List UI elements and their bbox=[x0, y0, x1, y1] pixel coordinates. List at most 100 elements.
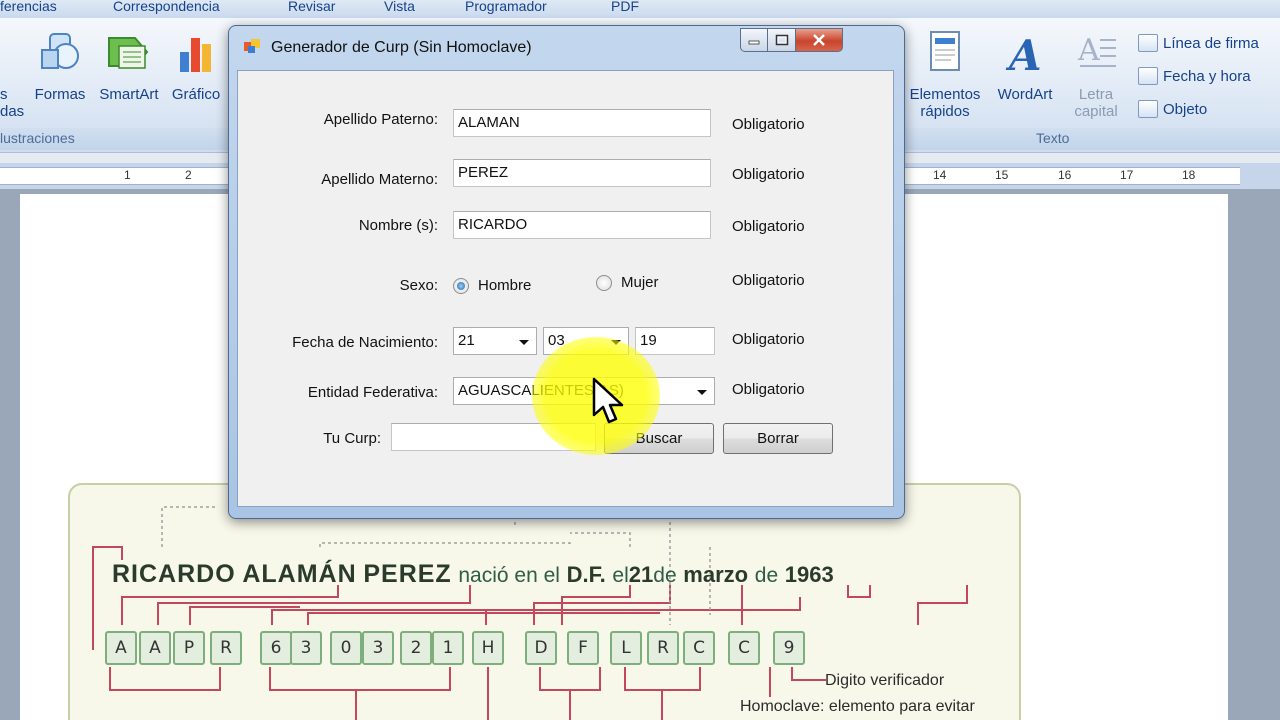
curp-char-box: 1 bbox=[432, 631, 464, 665]
menu-item-revisar[interactable]: Revisar bbox=[288, 0, 335, 14]
ruler-mark: 14 bbox=[933, 168, 947, 182]
smartart-icon bbox=[108, 37, 149, 69]
radio-hombre[interactable]: Hombre bbox=[453, 277, 531, 294]
quick-parts-icon bbox=[930, 31, 960, 71]
sentence-df: D.F. bbox=[566, 562, 606, 587]
ribbon-cut-label-2: das bbox=[0, 103, 25, 120]
sentence-day: 21 bbox=[628, 562, 654, 587]
required-note: Obligatorio bbox=[732, 166, 805, 183]
anio-input[interactable]: 19 bbox=[635, 327, 715, 355]
ribbon-button-objeto[interactable]: Objeto bbox=[1138, 100, 1207, 118]
menu-item-programador[interactable]: Programador bbox=[465, 0, 547, 14]
ribbon-button-wordart[interactable]: A WordArt bbox=[990, 30, 1060, 103]
curp-char-box: R bbox=[647, 631, 679, 665]
sentence-year: 1963 bbox=[784, 562, 834, 587]
ribbon-button-linea-firma[interactable]: Línea de firma bbox=[1138, 34, 1259, 52]
radio-button-checked[interactable] bbox=[453, 277, 469, 294]
minimize-button[interactable] bbox=[740, 28, 768, 52]
ribbon-cut-label-1: s bbox=[0, 86, 8, 103]
nombre-input[interactable]: RICARDO bbox=[453, 211, 711, 239]
ribbon-button-smartart[interactable]: SmartArt bbox=[95, 30, 163, 103]
menu-item-referencias[interactable]: ferencias bbox=[0, 0, 57, 14]
menu-item-correspondencia[interactable]: Correspondencia bbox=[113, 0, 220, 14]
drop-cap-icon: A bbox=[1077, 33, 1116, 68]
apellido-materno-input[interactable]: PEREZ bbox=[453, 159, 711, 187]
chart-icon bbox=[180, 38, 211, 72]
ribbon-formas-label: Formas bbox=[34, 86, 86, 103]
curp-char-box: H bbox=[472, 631, 504, 665]
curp-char-box: C bbox=[683, 631, 715, 665]
note-digito-verificador: Digito verificador bbox=[825, 672, 945, 689]
ruler-mark: 1 bbox=[124, 168, 131, 182]
radio-mujer-label: Mujer bbox=[621, 274, 659, 291]
sentence-name-3: PEREZ bbox=[363, 560, 452, 588]
menu-item-pdf[interactable]: PDF bbox=[611, 0, 639, 14]
radio-hombre-label: Hombre bbox=[478, 277, 532, 294]
maximize-button[interactable] bbox=[768, 28, 796, 52]
ribbon-button-letra-capital[interactable]: A Letra capital bbox=[1066, 30, 1126, 120]
chevron-down-icon bbox=[519, 340, 529, 345]
menu-item-vista[interactable]: Vista bbox=[384, 0, 415, 14]
sentence-de-1: de bbox=[653, 564, 677, 587]
curp-char-box: P bbox=[173, 631, 205, 665]
curp-char-box: 2 bbox=[400, 631, 432, 665]
curp-char-box: R bbox=[210, 631, 242, 665]
ribbon-grafico-label: Gráfico bbox=[171, 86, 221, 103]
wordart-icon: A bbox=[1005, 31, 1042, 80]
ribbon-button-cut[interactable]: s das bbox=[0, 86, 28, 120]
svg-text:A: A bbox=[1005, 31, 1042, 76]
required-note: Obligatorio bbox=[732, 116, 805, 133]
required-note: Obligatorio bbox=[732, 381, 805, 398]
word-menu-bar: ferencias Correspondencia Revisar Vista … bbox=[0, 0, 1280, 18]
ribbon-button-elementos-rapidos[interactable]: Elementos rápidos bbox=[903, 30, 987, 120]
curp-char-box: C bbox=[728, 631, 760, 665]
radio-button-unchecked[interactable] bbox=[596, 274, 612, 291]
ruler-mark: 2 bbox=[185, 168, 192, 182]
object-icon bbox=[1138, 100, 1158, 118]
ruler-mark: 15 bbox=[995, 168, 1009, 182]
borrar-button[interactable]: Borrar bbox=[723, 423, 833, 454]
sentence-de-2: de bbox=[754, 564, 779, 587]
sentence-month: marzo bbox=[683, 562, 749, 587]
ruler-mark: 16 bbox=[1058, 168, 1072, 182]
sentence-name-2: ALAMÁN bbox=[242, 560, 357, 588]
group-label-ilustraciones: lustraciones bbox=[0, 130, 75, 146]
chevron-down-icon bbox=[697, 390, 707, 395]
dialog-title: Generador de Curp (Sin Homoclave) bbox=[271, 39, 532, 56]
window-caption-buttons bbox=[740, 28, 843, 52]
label-nombre: Nombre (s): bbox=[358, 217, 438, 234]
radio-mujer[interactable]: Mujer bbox=[596, 274, 659, 291]
ribbon-elementos-label-2: rápidos bbox=[920, 103, 970, 120]
curp-char-box: 6 bbox=[260, 631, 292, 665]
close-button[interactable] bbox=[796, 28, 843, 52]
minimize-icon bbox=[748, 40, 760, 45]
app-window-icon bbox=[244, 39, 260, 53]
ribbon-button-fecha-hora[interactable]: Fecha y hora bbox=[1138, 67, 1251, 85]
ruler-mark: 18 bbox=[1182, 168, 1196, 182]
curp-char-box: 9 bbox=[773, 631, 805, 665]
ribbon-letra-label-1: Letra bbox=[1078, 86, 1114, 103]
fecha-hora-label: Fecha y hora bbox=[1163, 67, 1251, 85]
ribbon-button-formas[interactable]: Formas bbox=[30, 30, 90, 103]
label-apellido-paterno: Apellido Paterno: bbox=[323, 111, 438, 128]
required-note: Obligatorio bbox=[732, 331, 805, 348]
curp-example-sentence: RICARDO ALAMÁN PEREZ nació en el D.F. el… bbox=[112, 560, 834, 589]
sentence-el: el bbox=[612, 564, 629, 587]
mouse-pointer-icon bbox=[592, 377, 624, 424]
group-label-texto: Texto bbox=[1036, 130, 1070, 146]
ribbon-wordart-label: WordArt bbox=[997, 86, 1053, 103]
curp-char-box: D bbox=[525, 631, 557, 665]
ribbon-button-grafico[interactable]: Gráfico bbox=[166, 30, 226, 103]
sentence-nacio: nació en el bbox=[458, 564, 560, 587]
objeto-label: Objeto bbox=[1163, 100, 1208, 118]
curp-char-box: F bbox=[567, 631, 599, 665]
signature-line-icon bbox=[1138, 34, 1158, 52]
dia-select-value: 21 bbox=[458, 332, 475, 349]
label-entidad-federativa: Entidad Federativa: bbox=[307, 384, 438, 401]
dia-select[interactable]: 21 bbox=[453, 327, 537, 355]
curp-char-box: 3 bbox=[290, 631, 322, 665]
curp-char-box: 0 bbox=[330, 631, 362, 665]
apellido-paterno-input[interactable]: ALAMAN bbox=[453, 109, 711, 137]
curp-char-box: A bbox=[139, 631, 171, 665]
required-note: Obligatorio bbox=[732, 272, 805, 289]
